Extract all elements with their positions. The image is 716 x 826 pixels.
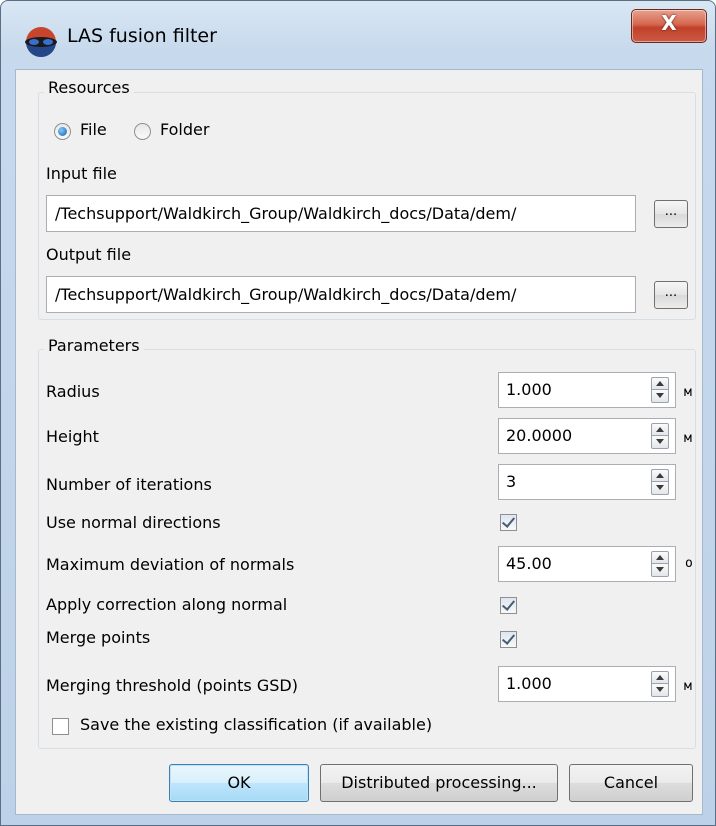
title-bar[interactable]: LAS fusion filter X (1, 1, 715, 69)
radius-spinbox[interactable]: 1.000 (498, 372, 676, 408)
cancel-button[interactable]: Cancel (569, 764, 693, 802)
close-button[interactable]: X (631, 9, 707, 43)
dialog-window: LAS fusion filter X Resources File Folde… (0, 0, 716, 826)
max-deviation-label: Maximum deviation of normals (46, 555, 295, 574)
merge-threshold-value[interactable]: 1.000 (506, 667, 552, 701)
resources-group-title: Resources (44, 78, 134, 97)
parameters-group-title: Parameters (44, 336, 144, 355)
merge-threshold-up-arrow-icon[interactable] (651, 671, 669, 684)
merge-threshold-down-arrow-icon[interactable] (651, 684, 669, 697)
input-browse-button[interactable]: ... (654, 200, 688, 228)
file-radio[interactable] (54, 123, 71, 140)
iterations-down-arrow-icon[interactable] (651, 482, 669, 495)
radius-label: Radius (46, 382, 100, 401)
max-deviation-down-arrow-icon[interactable] (651, 564, 669, 577)
dialog-body: Resources File Folder Input file /Techsu… (15, 69, 703, 815)
height-unit: м (684, 431, 692, 446)
max-deviation-value[interactable]: 45.00 (506, 547, 552, 581)
save-classification-label[interactable]: Save the existing classification (if ava… (80, 715, 432, 734)
iterations-stepper[interactable] (651, 469, 669, 495)
max-deviation-unit: o (685, 556, 693, 571)
merge-points-label: Merge points (46, 628, 151, 647)
height-up-arrow-icon[interactable] (651, 423, 669, 436)
radius-value[interactable]: 1.000 (506, 373, 552, 407)
merge-threshold-label: Merging threshold (points GSD) (46, 676, 298, 695)
height-label: Height (46, 427, 99, 446)
max-deviation-stepper[interactable] (651, 551, 669, 577)
output-file-field[interactable]: /Techsupport/Waldkirch_Group/Waldkirch_d… (46, 276, 636, 313)
input-file-label: Input file (46, 164, 117, 183)
radius-up-arrow-icon[interactable] (651, 377, 669, 390)
height-value[interactable]: 20.0000 (506, 419, 572, 453)
window-title: LAS fusion filter (67, 25, 217, 47)
height-down-arrow-icon[interactable] (651, 436, 669, 449)
input-file-field[interactable]: /Techsupport/Waldkirch_Group/Waldkirch_d… (46, 195, 636, 232)
merge-threshold-unit: м (684, 679, 692, 694)
height-stepper[interactable] (651, 423, 669, 449)
radius-down-arrow-icon[interactable] (651, 390, 669, 403)
iterations-spinbox[interactable]: 3 (498, 464, 676, 500)
output-browse-button[interactable]: ... (654, 281, 688, 309)
height-spinbox[interactable]: 20.0000 (498, 418, 676, 454)
folder-radio[interactable] (134, 123, 151, 140)
merge-points-checkbox[interactable] (500, 631, 517, 648)
folder-radio-label[interactable]: Folder (160, 120, 209, 139)
use-normals-checkbox[interactable] (500, 514, 517, 531)
merge-threshold-stepper[interactable] (651, 671, 669, 697)
max-deviation-spinbox[interactable]: 45.00 (498, 546, 676, 582)
apply-correction-checkbox[interactable] (500, 597, 517, 614)
file-radio-label[interactable]: File (80, 120, 107, 139)
close-icon: X (661, 11, 677, 35)
merge-threshold-spinbox[interactable]: 1.000 (498, 666, 676, 702)
app-icon (25, 27, 57, 57)
use-normals-label: Use normal directions (46, 513, 221, 532)
ok-button[interactable]: OK (169, 764, 309, 802)
apply-correction-label: Apply correction along normal (46, 595, 288, 614)
save-classification-checkbox[interactable] (52, 718, 69, 735)
iterations-up-arrow-icon[interactable] (651, 469, 669, 482)
output-file-label: Output file (46, 245, 132, 264)
iterations-value[interactable]: 3 (506, 465, 516, 499)
radius-unit: м (684, 385, 692, 400)
iterations-label: Number of iterations (46, 475, 212, 494)
distributed-processing-button[interactable]: Distributed processing... (320, 764, 558, 802)
max-deviation-up-arrow-icon[interactable] (651, 551, 669, 564)
radius-stepper[interactable] (651, 377, 669, 403)
